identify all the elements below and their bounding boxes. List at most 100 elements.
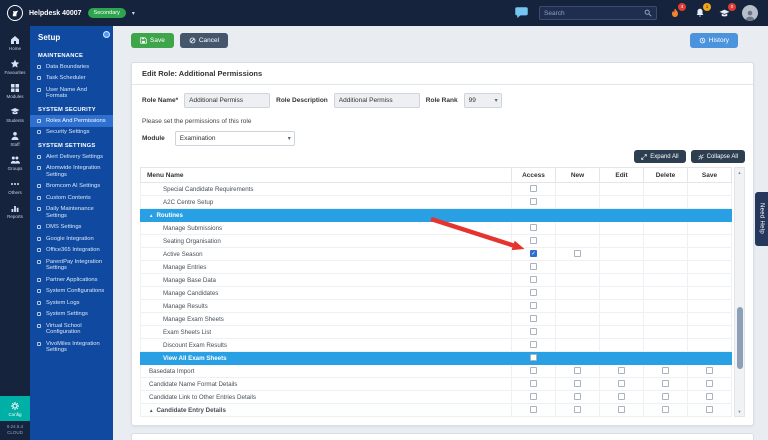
permission-checkbox-access[interactable] — [530, 341, 537, 349]
menu-name-cell: Exam Sheets List — [140, 325, 512, 339]
sidebar-item-office365-integration[interactable]: Office365 Integration — [30, 245, 113, 257]
rail-item-favourites[interactable]: Favourites — [0, 55, 30, 79]
collapse-triangle-icon[interactable]: ▲ — [149, 408, 153, 413]
permission-checkbox-new[interactable] — [574, 380, 581, 388]
sidebar-item-atomwide-integration-settings[interactable]: Atomwide Integration Settings — [30, 163, 113, 181]
sidebar-item-bromcom-ai-settings[interactable]: Bromcom AI Settings — [30, 181, 113, 193]
search-input[interactable] — [544, 9, 641, 17]
permission-checkbox-edit[interactable] — [618, 393, 625, 401]
module-select[interactable]: Examination — [174, 131, 295, 146]
star-icon — [10, 59, 20, 68]
sidebar-item-virtual-school-configuration[interactable]: Virtual School Configuration — [30, 320, 113, 338]
permission-checkbox-access[interactable] — [530, 302, 537, 310]
sidebar-item-task-scheduler[interactable]: Task Scheduler — [30, 73, 113, 85]
history-button[interactable]: History — [689, 33, 738, 48]
sidebar-item-google-integration[interactable]: Google Integration — [30, 233, 113, 245]
permission-checkbox-delete[interactable] — [662, 406, 669, 414]
rail-item-staff[interactable]: Staff — [0, 127, 30, 151]
rail-item-config[interactable]: Config — [0, 396, 30, 421]
bromcom-logo[interactable] — [7, 5, 23, 21]
rail-item-home[interactable]: Home — [0, 31, 30, 55]
permission-checkbox-access[interactable] — [530, 224, 537, 232]
graduation-cap-icon[interactable]: 0 — [717, 2, 736, 21]
role-name-input[interactable] — [184, 93, 271, 108]
permission-checkbox-access[interactable] — [530, 380, 537, 388]
school-name[interactable]: Helpdesk 40007 — [29, 10, 82, 17]
table-row-routines[interactable]: ▲ Routines — [140, 208, 732, 222]
delete-cell — [643, 247, 688, 261]
rail-item-others[interactable]: Others — [0, 175, 30, 199]
collapse-all-button[interactable]: Collapse All — [690, 150, 745, 163]
permission-checkbox-access[interactable] — [530, 367, 537, 375]
permission-checkbox-new[interactable] — [574, 406, 581, 414]
permission-checkbox-edit[interactable] — [618, 406, 625, 414]
sidebar-item-parentpay-integration-settings[interactable]: ParentPay Integration Settings — [30, 256, 113, 274]
table-row-manage-base-data: Manage Base Data — [140, 273, 732, 287]
permission-checkbox-access[interactable] — [530, 406, 537, 414]
scroll-up-icon[interactable]: ▲ — [735, 168, 744, 177]
sidebar-item-dms-settings[interactable]: DMS Settings — [30, 222, 113, 234]
permission-checkbox-access[interactable] — [530, 237, 537, 245]
permission-checkbox-access[interactable] — [530, 263, 537, 271]
rail-item-groups[interactable]: Groups — [0, 151, 30, 175]
table-scrollbar[interactable]: ▲ ▼ — [734, 167, 745, 417]
permission-checkbox-delete[interactable] — [662, 380, 669, 388]
permission-checkbox-access[interactable] — [530, 198, 537, 206]
collapse-triangle-icon[interactable]: ▲ — [149, 213, 153, 218]
permission-checkbox-access[interactable] — [530, 328, 537, 336]
sidebar-item-vivomiles-integration-settings[interactable]: VivoMiles Integration Settings — [30, 338, 113, 356]
permission-checkbox-edit[interactable] — [618, 367, 625, 375]
sidebar-item-user-name-and-formats[interactable]: User Name And Formats — [30, 84, 113, 102]
rail-item-students[interactable]: Students — [0, 103, 30, 127]
role-rank-select[interactable]: 99 — [463, 93, 502, 108]
sidebar-item-system-configurations[interactable]: System Configurations — [30, 286, 113, 298]
sidebar-item-custom-contents[interactable]: Custom Contents — [30, 192, 113, 204]
permission-checkbox-delete[interactable] — [662, 393, 669, 401]
sidebar-item-security-settings[interactable]: Security Settings — [30, 127, 113, 139]
permission-checkbox-access[interactable]: ✓ — [530, 250, 537, 258]
sidebar-item-roles-and-permissions[interactable]: Roles And Permissions — [30, 115, 113, 127]
save-cell — [687, 351, 732, 365]
permission-checkbox-save[interactable] — [706, 367, 713, 375]
permission-checkbox-access[interactable] — [530, 393, 537, 401]
user-avatar[interactable] — [742, 5, 758, 21]
permission-checkbox-new[interactable] — [574, 393, 581, 401]
sidebar-pin-badge[interactable] — [103, 31, 110, 38]
need-help-tab[interactable]: Need Help — [755, 192, 768, 246]
permission-checkbox-access[interactable] — [530, 315, 537, 323]
bell-icon[interactable]: 1 — [692, 2, 711, 21]
save-button[interactable]: Save — [131, 33, 174, 48]
permission-checkbox-access[interactable] — [530, 354, 537, 362]
cancel-button[interactable]: Cancel — [179, 33, 229, 48]
sidebar-item-partner-applications[interactable]: Partner Applications — [30, 274, 113, 286]
sidebar-item-alert-delivery-settings[interactable]: Alert Delivery Settings — [30, 151, 113, 163]
rail-item-reports[interactable]: Reports — [0, 199, 30, 223]
hot-updates-icon[interactable]: 4 — [667, 2, 686, 21]
permission-checkbox-save[interactable] — [706, 406, 713, 414]
permission-checkbox-access[interactable] — [530, 289, 537, 297]
search-icon[interactable] — [644, 9, 652, 17]
sidebar-item-label: DMS Settings — [46, 224, 82, 230]
chat-icon[interactable] — [514, 6, 529, 21]
sidebar-item-system-settings[interactable]: System Settings — [30, 309, 113, 321]
permission-checkbox-edit[interactable] — [618, 380, 625, 388]
scrollbar-thumb[interactable] — [736, 306, 743, 369]
role-description-input[interactable] — [333, 93, 420, 108]
permission-checkbox-save[interactable] — [706, 380, 713, 388]
scroll-down-icon[interactable]: ▼ — [735, 407, 744, 416]
chevron-down-icon[interactable]: ▾ — [132, 10, 135, 17]
rail-item-modules[interactable]: Modules — [0, 79, 30, 103]
sidebar-item-daily-maintenance-settings[interactable]: Daily Maintenance Settings — [30, 204, 113, 222]
permission-checkbox-access[interactable] — [530, 276, 537, 284]
expand-all-button[interactable]: Expand All — [634, 150, 686, 163]
sidebar-item-data-boundaries[interactable]: Data Boundaries — [30, 61, 113, 73]
menu-name-label: View All Exam Sheets — [163, 354, 227, 362]
permission-checkbox-access[interactable] — [530, 185, 537, 193]
permission-checkbox-new[interactable] — [574, 250, 581, 258]
permission-checkbox-new[interactable] — [574, 367, 581, 375]
sidebar-item-system-logs[interactable]: System Logs — [30, 297, 113, 309]
permission-checkbox-delete[interactable] — [662, 367, 669, 375]
table-row-exam-sheets-list: Exam Sheets List — [140, 325, 732, 339]
permission-checkbox-save[interactable] — [706, 393, 713, 401]
table-row-candidate-entry-details[interactable]: ▲ Candidate Entry Details — [140, 403, 732, 417]
